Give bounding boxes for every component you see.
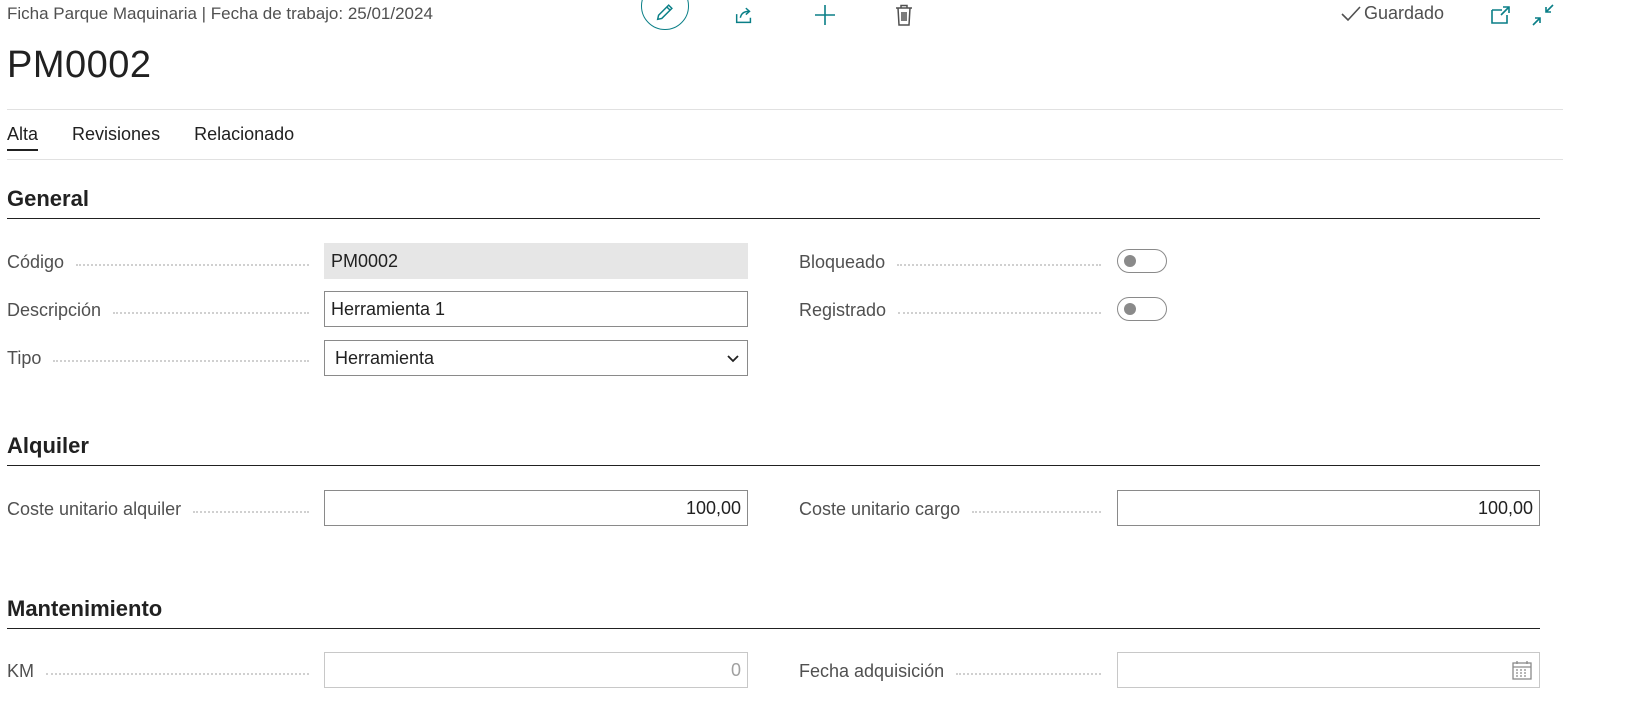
check-icon — [1341, 5, 1361, 21]
delete-button[interactable] — [884, 0, 924, 30]
coste-cargo-label: Coste unitario cargo — [799, 497, 1109, 521]
saved-label: Guardado — [1364, 3, 1445, 23]
top-bar: Ficha Parque Maquinaria | Fecha de traba… — [0, 0, 1640, 30]
tab-revisiones[interactable]: Revisiones — [72, 124, 160, 151]
coste-alquiler-label: Coste unitario alquiler — [7, 497, 317, 521]
fecha-adquisicion-label-text: Fecha adquisición — [799, 660, 945, 681]
share-button[interactable] — [724, 0, 764, 30]
km-value: 0 — [730, 659, 741, 680]
section-mantenimiento-title[interactable]: Mantenimiento — [7, 596, 162, 622]
km-label: KM — [7, 659, 317, 683]
collapse-icon — [1532, 4, 1554, 26]
codigo-label-text: Código — [7, 251, 65, 272]
trash-icon — [896, 4, 912, 26]
tipo-label-text: Tipo — [7, 347, 42, 368]
section-general-title[interactable]: General — [7, 186, 89, 212]
codigo-value: PM0002 — [331, 250, 399, 271]
collapse-button[interactable] — [1523, 0, 1563, 30]
leader-dots — [76, 264, 309, 266]
section-alquiler-divider — [7, 465, 1540, 466]
calendar-icon[interactable] — [1511, 659, 1533, 681]
descripcion-label-text: Descripción — [7, 299, 102, 320]
edit-button[interactable] — [641, 0, 689, 30]
toggle-knob — [1124, 303, 1136, 315]
fecha-adquisicion-field[interactable] — [1117, 652, 1540, 688]
tipo-select[interactable]: Herramienta — [324, 340, 748, 376]
leader-dots — [898, 312, 1101, 314]
leader-dots — [956, 673, 1101, 675]
leader-dots — [193, 511, 309, 513]
page-title: PM0002 — [7, 44, 152, 86]
tab-alta[interactable]: Alta — [7, 124, 39, 151]
tabs-divider — [7, 159, 1563, 160]
km-label-text: KM — [7, 660, 34, 681]
plus-icon — [815, 5, 835, 25]
share-icon — [735, 7, 752, 24]
toggle-knob — [1124, 255, 1136, 267]
coste-alquiler-field[interactable] — [324, 490, 748, 526]
coste-alquiler-label-text: Coste unitario alquiler — [7, 498, 182, 519]
descripcion-label: Descripción — [7, 298, 317, 322]
leader-dots — [53, 360, 309, 362]
leader-dots — [46, 673, 309, 675]
coste-cargo-label-text: Coste unitario cargo — [799, 498, 961, 519]
open-new-window-icon — [1491, 6, 1510, 24]
saved-status: Guardado — [1340, 3, 1444, 24]
descripcion-field[interactable] — [324, 291, 748, 327]
tipo-label: Tipo — [7, 346, 317, 370]
pencil-icon — [656, 4, 673, 21]
registrado-label-text: Registrado — [799, 299, 887, 320]
tab-bar: Alta Revisiones Relacionado — [7, 124, 294, 151]
bloqueado-label: Bloqueado — [799, 250, 1109, 274]
leader-dots — [113, 312, 309, 314]
registrado-toggle[interactable] — [1117, 297, 1167, 321]
leader-dots — [972, 511, 1101, 513]
section-general-divider — [7, 218, 1540, 219]
chevron-down-icon — [727, 355, 739, 363]
registrado-label: Registrado — [799, 298, 1109, 322]
km-field[interactable]: 0 — [324, 652, 748, 688]
coste-alquiler-input[interactable] — [331, 497, 741, 519]
section-alquiler-title[interactable]: Alquiler — [7, 433, 89, 459]
tipo-value: Herramienta — [335, 347, 435, 368]
new-button[interactable] — [805, 0, 845, 30]
tab-relacionado[interactable]: Relacionado — [194, 124, 294, 151]
fecha-adquisicion-label: Fecha adquisición — [799, 659, 1109, 683]
header-divider — [7, 109, 1563, 110]
codigo-label: Código — [7, 250, 317, 274]
page-caption: Ficha Parque Maquinaria | Fecha de traba… — [7, 4, 433, 23]
bloqueado-toggle[interactable] — [1117, 249, 1167, 273]
section-mantenimiento-divider — [7, 628, 1540, 629]
bloqueado-label-text: Bloqueado — [799, 251, 886, 272]
coste-cargo-field[interactable] — [1117, 490, 1540, 526]
open-new-window-button[interactable] — [1481, 0, 1521, 30]
leader-dots — [897, 264, 1101, 266]
codigo-field[interactable]: PM0002 — [324, 243, 748, 279]
coste-cargo-input[interactable] — [1124, 497, 1533, 519]
descripcion-input[interactable] — [331, 298, 741, 320]
